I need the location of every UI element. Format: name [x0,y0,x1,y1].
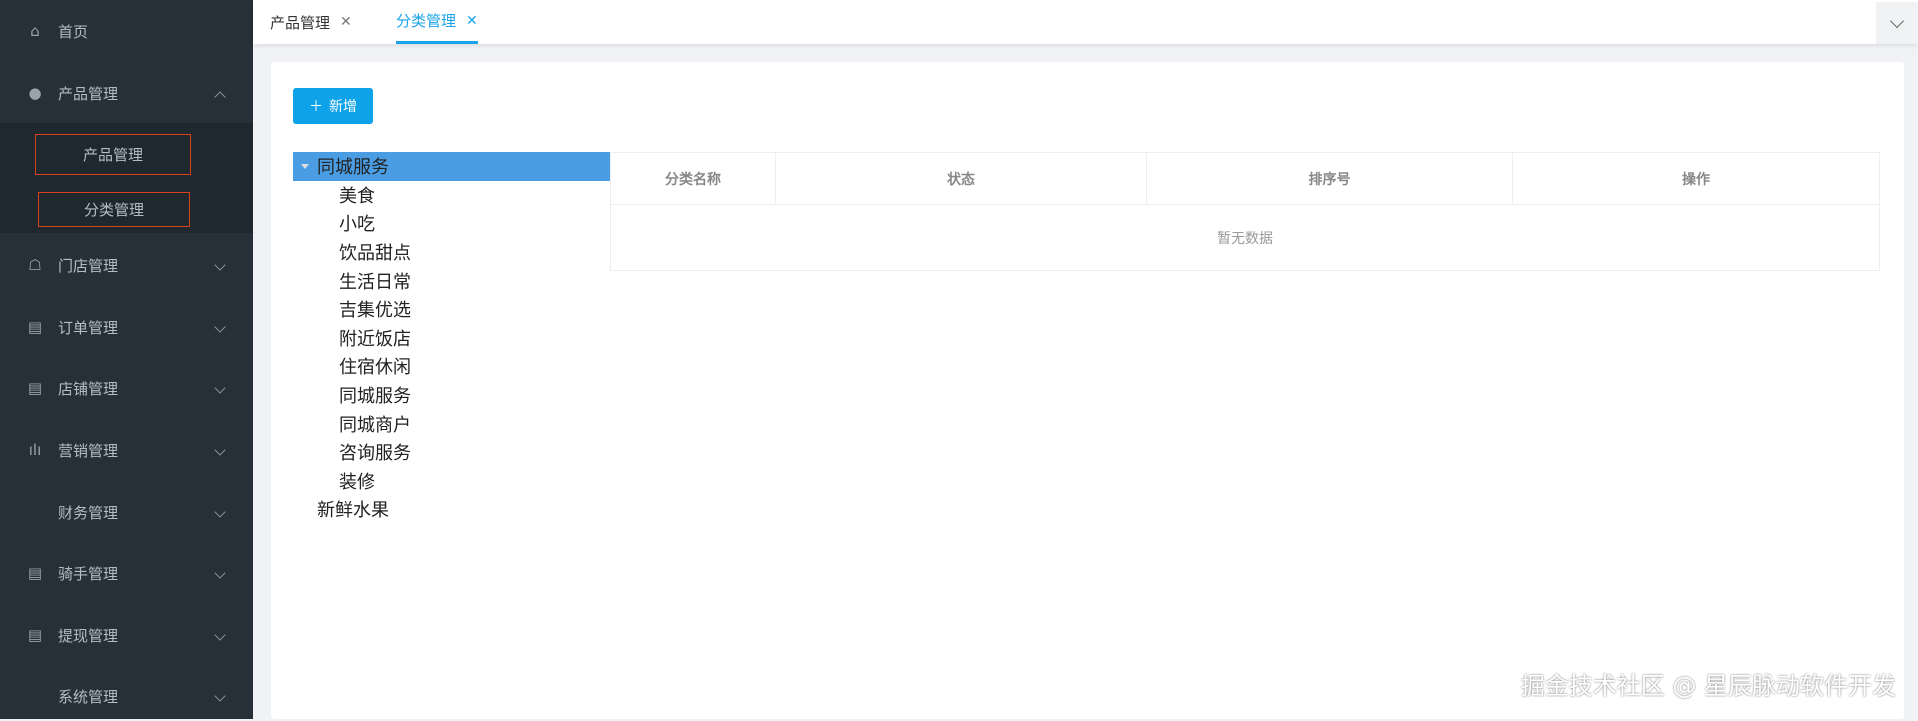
caret-down-icon[interactable] [301,163,309,169]
chevron-down-icon [214,321,226,333]
subitem-label: 分类管理 [83,201,144,219]
tree-node-root[interactable]: 同城服务 [293,152,610,181]
empty-state: 暂无数据 [1217,230,1273,247]
close-icon[interactable]: ✕ [466,13,478,29]
sidebar-item-withdraw[interactable]: ▤ 提现管理 [0,610,253,660]
tree-node-child[interactable]: 吉集优选 [293,295,610,324]
tree-node-label: 小吃 [339,214,375,236]
category-table: 分类名称 状态 排序号 操作 暂无数据 [610,152,1880,271]
menu-label: 财务管理 [58,503,119,522]
sidebar-item-riders[interactable]: ▤ 骑手管理 [0,548,253,598]
tab-label: 分类管理 [396,12,457,30]
tab-label: 产品管理 [270,13,331,32]
tree-node-child[interactable]: 小吃 [293,209,610,238]
menu-label: 骑手管理 [58,564,119,583]
tree-node-label: 附近饭店 [339,328,411,350]
sidebar-item-product[interactable]: ● 产品管理 [0,68,253,118]
chevron-down-icon [214,567,226,579]
chevron-down-icon [214,690,226,702]
sidebar: 产品管理 分类管理 ⌂ 首页 ● 产品管理 ☖ 门店管理 ▤ 订单管理 ▤ 店铺管理 ıl… [0,0,253,719]
tree-node-root[interactable]: 新鲜水果 [293,495,610,524]
chevron-down-icon [214,629,226,641]
tree-node-label: 同城商户 [339,414,411,436]
table-header: 分类名称 状态 排序号 操作 [611,153,1879,205]
subitem-label: 产品管理 [82,146,143,164]
sidebar-item-home[interactable]: ⌂ 首页 [0,6,253,56]
sidebar-item-marketing[interactable]: ılı 营销管理 [0,425,253,475]
sidebar-subitem-category-management[interactable]: 分类管理 [38,192,190,227]
tree-node-label: 装修 [339,471,375,493]
tree-node-label: 美食 [339,185,375,207]
tree-node-label: 住宿休闲 [339,357,411,379]
add-label: 新增 [329,99,357,115]
menu-label: 订单管理 [58,318,119,337]
document-icon: ▤ [27,564,43,582]
home-icon: ⌂ [30,22,40,40]
sidebar-item-orders[interactable]: ▤ 订单管理 [0,302,253,352]
tree-node-child[interactable]: 同城服务 [293,381,610,410]
menu-label: 门店管理 [58,256,119,275]
chevron-down-icon [214,444,226,456]
tree-node-child[interactable]: 饮品甜点 [293,238,610,267]
menu-label: 营销管理 [58,441,119,460]
document-icon: ▤ [27,318,43,336]
tree-node-label: 同城服务 [317,157,389,179]
tree-node-child[interactable]: 附近饭店 [293,324,610,353]
watermark: 掘金技术社区 @ 星辰脉动软件开发 [1520,672,1896,700]
tree-node-label: 饮品甜点 [339,243,411,265]
tree-node-label: 生活日常 [339,271,411,293]
tree-node-label: 吉集优选 [339,300,411,322]
submenu-product: 产品管理 分类管理 [0,123,253,233]
user-icon: ● [28,84,42,102]
add-button[interactable]: ＋ 新增 [293,88,373,124]
tab-bar: 产品管理 ✕ 分类管理 ✕ [253,0,1918,44]
tree-node-child[interactable]: 美食 [293,181,610,210]
menu-label: 产品管理 [58,84,119,103]
tree-node-child[interactable]: 住宿休闲 [293,352,610,381]
column-header-name: 分类名称 [611,153,776,204]
chevron-up-icon [214,91,226,103]
sidebar-subitem-product-management[interactable]: 产品管理 [35,134,191,175]
category-tree: 同城服务 美食 小吃 饮品甜点 生活日常 吉集优选 附近饭店 住宿休闲 同城服务 同城商户 咨询服务… [293,152,610,524]
menu-label: 提现管理 [58,626,119,645]
chevron-down-icon [214,382,226,394]
tab-category-management[interactable]: 分类管理 ✕ [396,0,478,44]
content-card: ＋新增 同城服务 美食 小吃 饮品甜点 生活日常 吉集优选 附近饭店 住宿休闲 同城服务 同城商户… [271,62,1904,719]
sidebar-item-finance[interactable]: 财务管理 [0,487,253,537]
tree-node-child[interactable]: 生活日常 [293,266,610,295]
tree-node-label: 同城服务 [339,386,411,408]
menu-label: 首页 [58,22,89,41]
close-icon[interactable]: ✕ [340,14,352,30]
menu-label: 系统管理 [58,687,119,706]
tree-node-child[interactable]: 装修 [293,467,610,496]
sidebar-item-system[interactable]: 系统管理 [0,671,253,721]
menu-label: 店铺管理 [58,379,119,398]
tab-product-management[interactable]: 产品管理 ✕ [270,0,352,44]
chevron-down-icon [214,506,226,518]
column-header-actions: 操作 [1682,171,1710,188]
tree-node-child[interactable]: 咨询服务 [293,438,610,467]
column-header-sort: 排序号 [1147,153,1513,204]
plus-icon: ＋ [309,99,323,115]
document-icon: ▤ [27,379,43,397]
document-icon: ▤ [27,626,43,644]
column-header-status: 状态 [776,153,1147,204]
sidebar-item-shops[interactable]: ▤ 店铺管理 [0,363,253,413]
sidebar-item-store[interactable]: ☖ 门店管理 [0,240,253,290]
bar-chart-icon: ılı [28,441,42,459]
tree-node-child[interactable]: 同城商户 [293,409,610,438]
chevron-down-icon [214,259,226,271]
tree-node-label: 新鲜水果 [317,500,389,522]
tabs-dropdown-button[interactable] [1876,2,1918,44]
chevron-down-icon [1889,13,1905,28]
store-icon: ☖ [28,256,42,274]
tree-node-label: 咨询服务 [339,443,411,465]
